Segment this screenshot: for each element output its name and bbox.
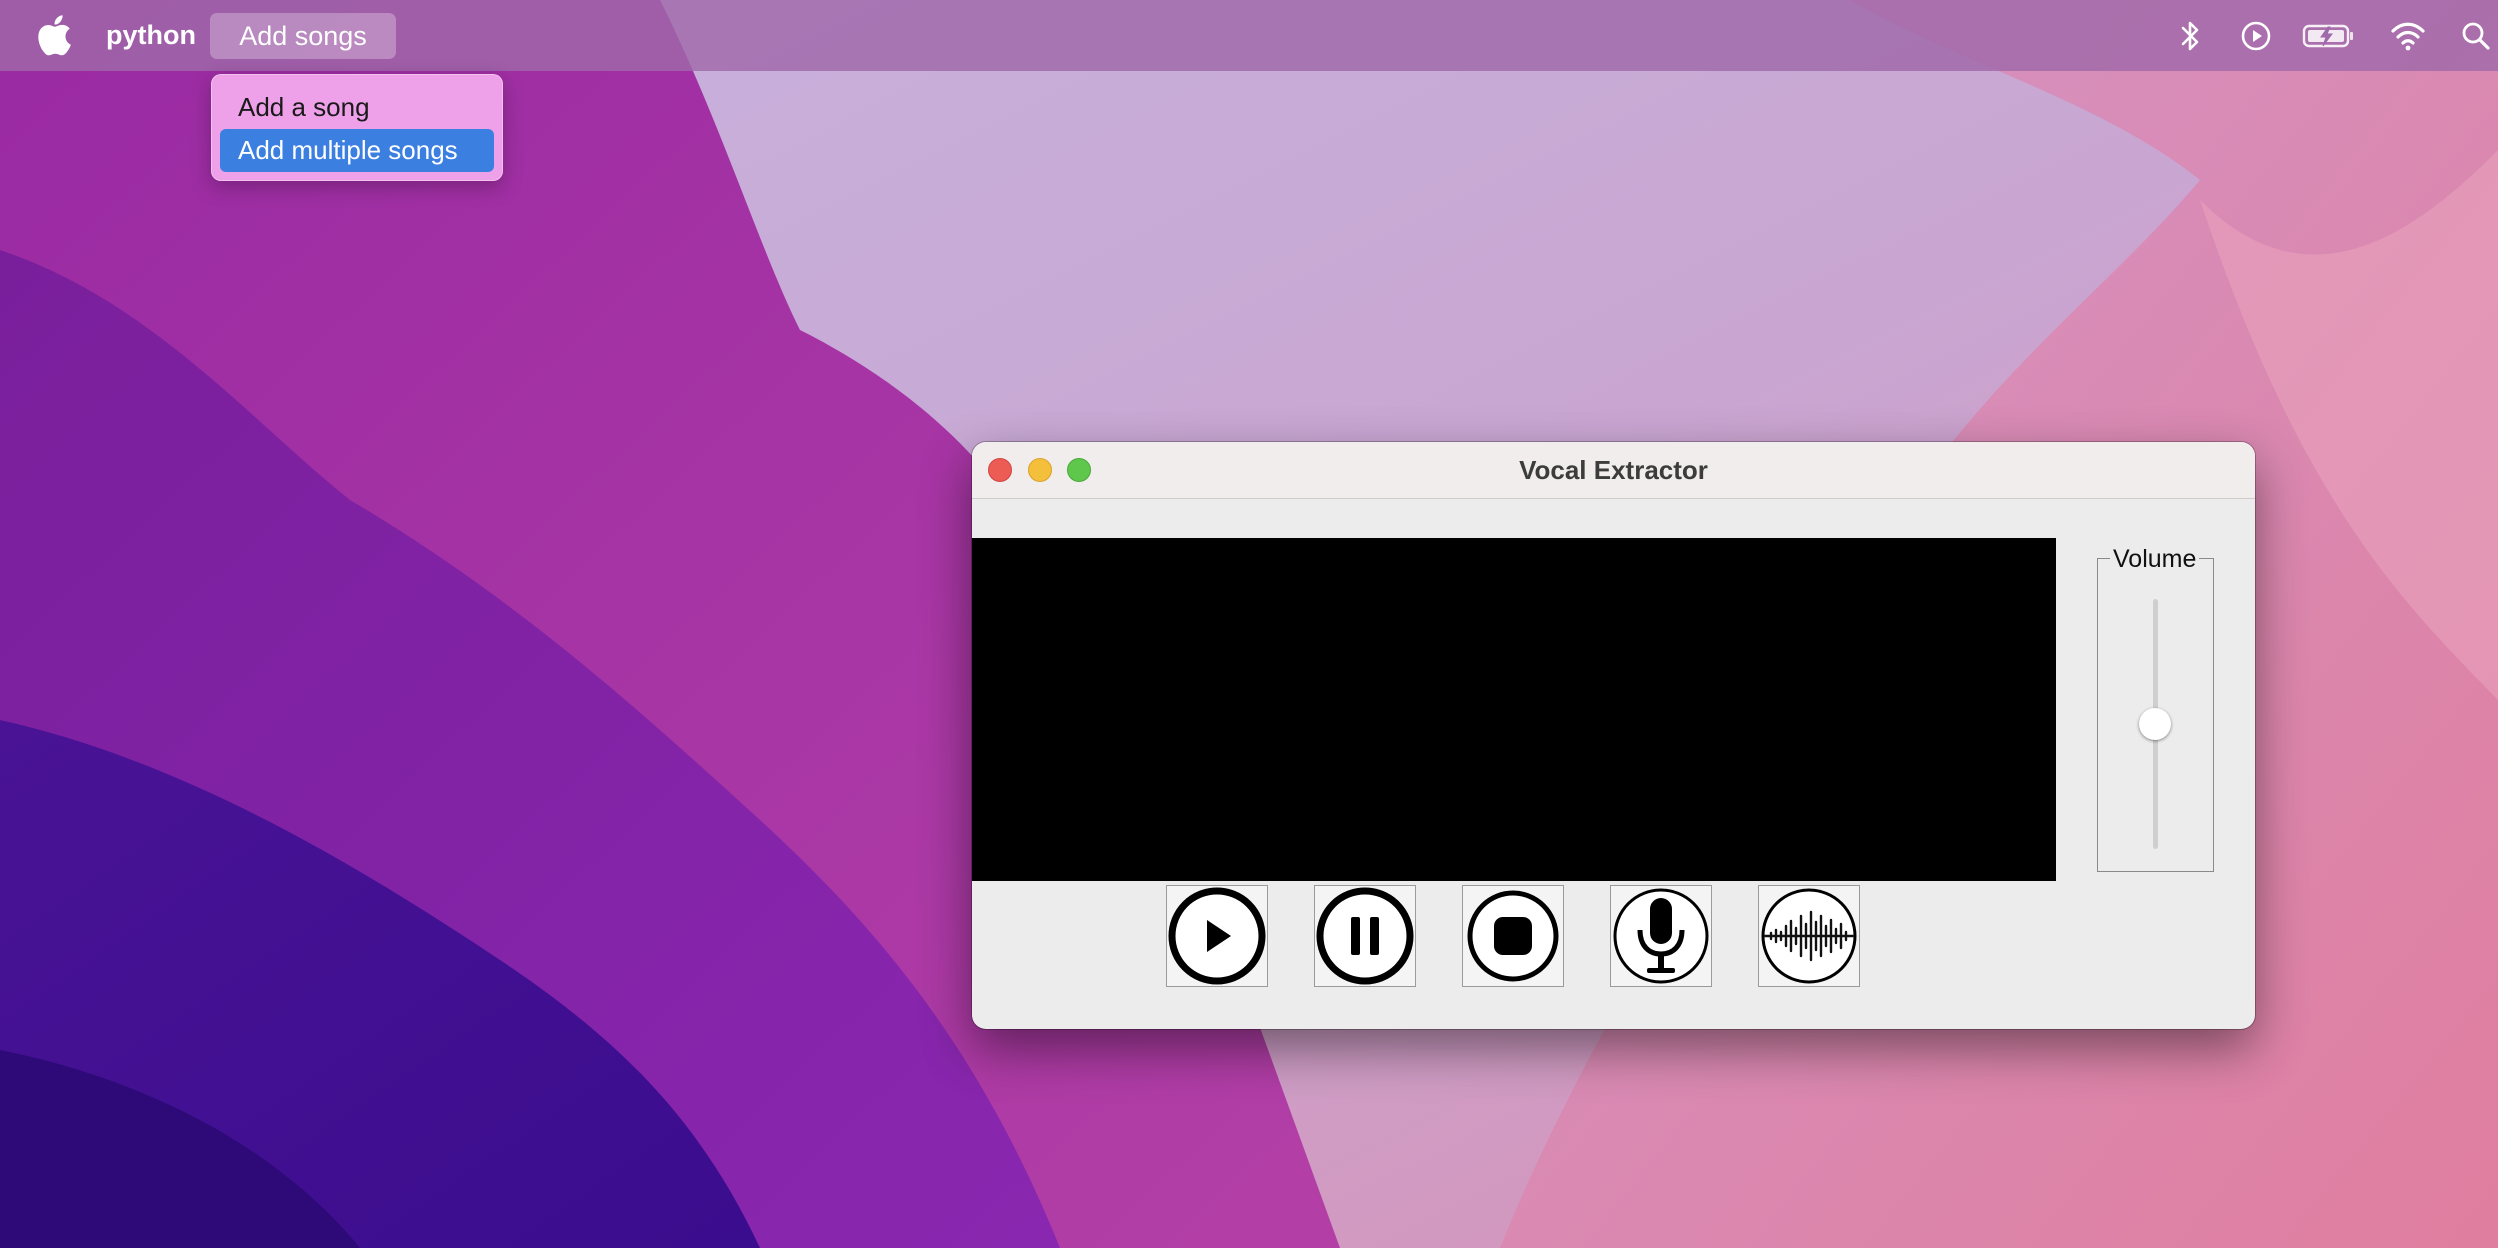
play-circle-icon[interactable]: [2238, 18, 2274, 54]
minimize-button[interactable]: [1028, 458, 1052, 482]
stop-button[interactable]: [1462, 885, 1564, 987]
menu-item-add-multiple-songs[interactable]: Add multiple songs: [220, 129, 494, 172]
pause-icon: [1316, 887, 1414, 985]
wifi-icon[interactable]: [2390, 18, 2426, 54]
bluetooth-icon[interactable]: [2176, 18, 2204, 54]
app-name[interactable]: python: [106, 0, 196, 71]
play-icon: [1168, 887, 1266, 985]
close-button[interactable]: [988, 458, 1012, 482]
volume-slider-thumb[interactable]: [2139, 708, 2171, 740]
apple-logo-icon[interactable]: [36, 14, 72, 56]
play-button[interactable]: [1166, 885, 1268, 987]
microphone-icon: [1613, 888, 1709, 984]
microphone-button[interactable]: [1610, 885, 1712, 987]
add-songs-dropdown: Add a song Add multiple songs: [211, 74, 503, 181]
pause-button[interactable]: [1314, 885, 1416, 987]
battery-charging-icon[interactable]: [2302, 18, 2356, 54]
waveform-icon: [1761, 888, 1857, 984]
stop-icon: [1467, 890, 1559, 982]
maximize-button[interactable]: [1067, 458, 1091, 482]
volume-label: Volume: [2110, 545, 2200, 574]
menu-add-songs[interactable]: Add songs: [210, 13, 396, 59]
search-icon[interactable]: [2460, 18, 2492, 54]
vocal-extractor-window: Vocal Extractor Volume: [972, 442, 2255, 1029]
window-title: Vocal Extractor: [1519, 455, 1708, 485]
display-panel: [972, 538, 2056, 881]
menu-item-add-a-song[interactable]: Add a song: [220, 86, 494, 129]
waveform-button[interactable]: [1758, 885, 1860, 987]
window-titlebar[interactable]: Vocal Extractor: [972, 442, 2255, 499]
menu-bar: python Add songs: [0, 0, 2498, 71]
